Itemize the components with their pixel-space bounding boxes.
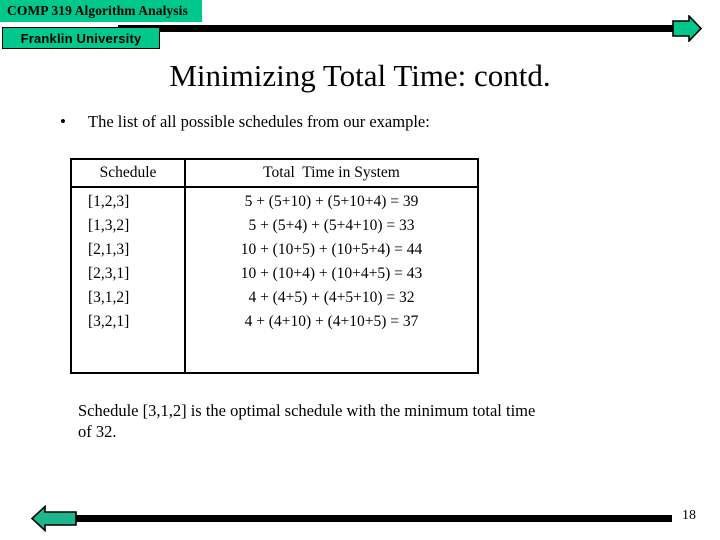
bullet-marker: • (60, 112, 66, 131)
table-row: [2,3,1] (88, 265, 130, 282)
table-row: 5 + (5+4) + (5+4+10) = 33 (248, 217, 415, 234)
university-banner: Franklin University (2, 27, 160, 49)
table-header-row: Schedule Total Time in System (72, 160, 477, 188)
bottom-rule-bar (72, 515, 672, 522)
conclusion-line-2: of 32. (78, 422, 117, 441)
schedules-table: Schedule Total Time in System [1,2,3] [1… (70, 158, 479, 374)
conclusion-line-1: Schedule [3,1,2] is the optimal schedule… (78, 401, 536, 420)
university-banner-label: Franklin University (20, 30, 142, 46)
table-row: [2,1,3] (88, 241, 130, 258)
table-body: [1,2,3] [1,3,2] [2,1,3] [2,3,1] [3,1,2] … (72, 188, 477, 374)
conclusion-text: Schedule [3,1,2] is the optimal schedule… (78, 400, 678, 442)
table-header-total-time: Total Time in System (263, 164, 400, 181)
table-row: [1,2,3] (88, 193, 130, 210)
bottom-left-arrow-icon (30, 504, 77, 533)
table-row: [1,3,2] (88, 217, 130, 234)
table-row: 4 + (4+5) + (4+5+10) = 32 (248, 289, 415, 306)
page-title: Minimizing Total Time: contd. (169, 58, 551, 93)
table-row: 10 + (10+5) + (10+5+4) = 44 (240, 241, 423, 258)
top-rule-bar (118, 25, 678, 32)
table-row: 10 + (10+4) + (10+4+5) = 43 (240, 265, 423, 282)
bullet-item: • The list of all possible schedules fro… (60, 112, 430, 132)
course-banner-label: COMP 319 Algorithm Analysis (7, 3, 188, 18)
table-column-total-time: 5 + (5+10) + (5+10+4) = 39 5 + (5+4) + (… (186, 188, 477, 374)
top-right-arrow-icon (672, 14, 703, 43)
table-row: 5 + (5+10) + (5+10+4) = 39 (244, 193, 419, 210)
bullet-text: The list of all possible schedules from … (88, 112, 430, 131)
table-header-schedule: Schedule (72, 160, 186, 186)
table-column-schedule: [1,2,3] [1,3,2] [2,1,3] [2,3,1] [3,1,2] … (72, 188, 186, 374)
page-number: 18 (682, 508, 696, 523)
course-banner: COMP 319 Algorithm Analysis (0, 0, 202, 22)
table-row: [3,1,2] (88, 289, 130, 306)
table-row: 4 + (4+10) + (4+10+5) = 37 (244, 313, 419, 330)
table-row: [3,2,1] (88, 313, 130, 330)
